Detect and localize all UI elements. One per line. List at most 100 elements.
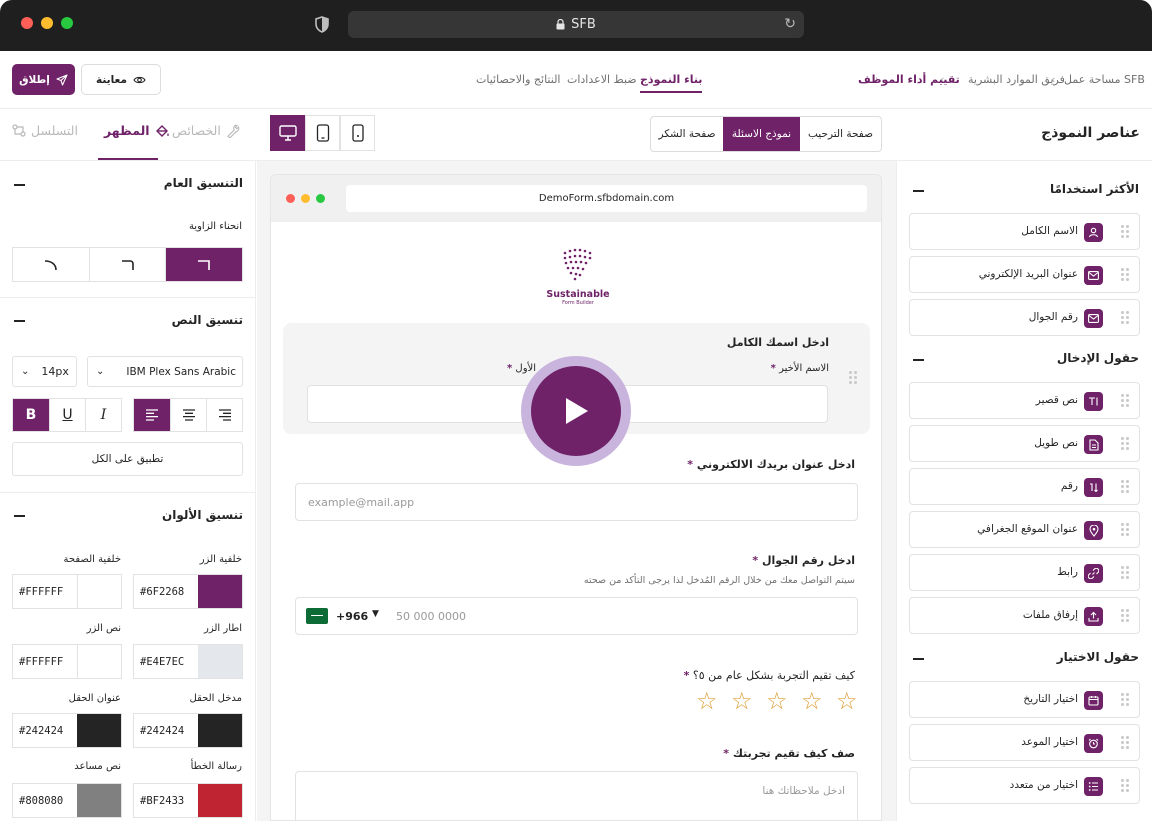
phone-input[interactable]: +966 ▼ 50 000 0000 (295, 597, 858, 635)
element-date-picker[interactable]: اختيار التاريخ (909, 681, 1140, 718)
drag-handle-icon[interactable] (849, 371, 857, 385)
mobile-view-button[interactable] (340, 115, 375, 151)
element-multiple-choice[interactable]: اختيار من متعدد (909, 767, 1140, 804)
shield-icon[interactable] (314, 16, 330, 33)
color-swatch[interactable] (198, 575, 242, 608)
drag-handle-icon[interactable] (1121, 566, 1129, 580)
email-input[interactable]: example@mail.app (295, 483, 858, 521)
maximize-window-icon[interactable] (61, 17, 73, 29)
element-file-upload[interactable]: إرفاق ملفات (909, 597, 1140, 634)
collapse-colors-icon[interactable] (14, 515, 25, 517)
element-mobile[interactable]: رقم الجوال (909, 299, 1140, 336)
page-bg-color-field[interactable]: #FFFFFF (12, 574, 122, 609)
color-swatch[interactable] (198, 784, 242, 817)
feedback-textarea[interactable]: ادخل ملاحظاتك هنا (295, 771, 858, 820)
corner-medium-option[interactable] (88, 248, 166, 281)
helper-text-color-field[interactable]: #808080 (12, 783, 122, 818)
tab-settings[interactable]: ضبط الاعدادات (567, 73, 637, 86)
element-number[interactable]: رقم (909, 468, 1140, 505)
button-text-color-field[interactable]: #FFFFFF (12, 644, 122, 679)
drag-handle-icon[interactable] (1121, 225, 1129, 239)
lock-icon (556, 19, 565, 30)
color-swatch[interactable] (77, 784, 121, 817)
color-swatch[interactable] (77, 714, 121, 747)
breadcrumb-separator-icon: ‹ (1051, 73, 1056, 86)
tab-sequence[interactable]: التسلسل (12, 123, 78, 138)
preview-url: DemoForm.sfbdomain.com (346, 185, 867, 212)
field-input-color-field[interactable]: #242424 (133, 713, 243, 748)
font-size-select[interactable]: ⌄ 14px (12, 356, 77, 387)
align-center-button[interactable] (170, 399, 206, 431)
play-button[interactable] (521, 356, 631, 466)
drag-handle-icon[interactable] (1121, 268, 1129, 282)
form-preview-frame: DemoForm.sfbdomain.com Sustainable Form … (270, 174, 882, 821)
minimize-dot-icon (301, 194, 310, 203)
preview-button[interactable]: معاينة (81, 64, 161, 95)
desktop-view-button[interactable] (270, 115, 305, 151)
color-hex: #FFFFFF (19, 585, 64, 598)
color-swatch[interactable] (198, 645, 242, 678)
breadcrumb-workspace[interactable]: مساحة عمل SFB (1064, 73, 1145, 86)
collapse-group-icon[interactable] (913, 359, 924, 361)
button-border-color-field[interactable]: #E4E7EC (133, 644, 243, 679)
tab-build-form[interactable]: بناء النموذج (640, 73, 703, 93)
drag-handle-icon[interactable] (1121, 779, 1129, 793)
drag-handle-icon[interactable] (1121, 609, 1129, 623)
drag-handle-icon[interactable] (1121, 523, 1129, 537)
element-email[interactable]: عنوان البريد الإلكتروني (909, 256, 1140, 293)
minimize-window-icon[interactable] (41, 17, 53, 29)
align-right-button[interactable] (206, 399, 242, 431)
reload-icon[interactable]: ↻ (784, 16, 796, 32)
color-swatch[interactable] (77, 645, 121, 678)
element-time-picker[interactable]: اختيار الموعد (909, 724, 1140, 761)
drag-handle-icon[interactable] (1121, 693, 1129, 707)
drag-handle-icon[interactable] (1121, 480, 1129, 494)
font-family-select[interactable]: ⌄ IBM Plex Sans Arabic (87, 356, 243, 387)
collapse-group-icon[interactable] (913, 658, 924, 660)
element-full-name[interactable]: الاسم الكامل (909, 213, 1140, 250)
close-window-icon[interactable] (21, 17, 33, 29)
launch-button[interactable]: إطلاق (12, 64, 75, 95)
tab-properties[interactable]: الخصائص (172, 123, 240, 138)
star-icon[interactable]: ☆ (696, 689, 718, 713)
button-bg-color-field[interactable]: #6F2268 (133, 574, 243, 609)
tab-appearance[interactable]: المظهر (104, 123, 170, 138)
calendar-icon (1084, 691, 1103, 710)
tab-thanks-page[interactable]: صفحة الشكر (651, 117, 723, 151)
star-icon[interactable]: ☆ (801, 689, 823, 713)
element-short-text[interactable]: نص قصير (909, 382, 1140, 419)
bold-button[interactable]: B (13, 399, 49, 431)
element-long-text[interactable]: نص طويل (909, 425, 1140, 462)
error-color-field[interactable]: #BF2433 (133, 783, 243, 818)
drag-handle-icon[interactable] (1121, 311, 1129, 325)
collapse-general-icon[interactable] (14, 184, 25, 186)
tab-welcome-page[interactable]: صفحة الترحيب (800, 117, 881, 151)
corner-square-option[interactable] (165, 248, 243, 281)
apply-to-all-button[interactable]: تطبيق على الكل (12, 442, 243, 476)
address-bar[interactable]: SFB ↻ (348, 11, 804, 38)
collapse-group-icon[interactable] (913, 190, 924, 192)
align-left-button[interactable] (134, 399, 170, 431)
underline-button[interactable]: U (49, 399, 85, 431)
element-location[interactable]: عنوان الموقع الجغرافي (909, 511, 1140, 548)
country-code[interactable]: +966 (336, 610, 368, 623)
corner-round-option[interactable] (13, 248, 89, 281)
corner-radius-label: انحناء الزاوية (188, 221, 242, 232)
drag-handle-icon[interactable] (1121, 394, 1129, 408)
tablet-view-button[interactable] (305, 115, 340, 151)
italic-button[interactable]: I (85, 399, 121, 431)
preview-label: معاينة (96, 73, 127, 86)
tab-results[interactable]: النتائج والاحصائيات (476, 73, 560, 86)
element-link[interactable]: رابط (909, 554, 1140, 591)
color-swatch[interactable] (198, 714, 242, 747)
drag-handle-icon[interactable] (1121, 736, 1129, 750)
color-swatch[interactable] (77, 575, 121, 608)
tab-questions-page[interactable]: نموذج الاسئلة (723, 117, 800, 151)
chevron-down-icon[interactable]: ▼ (372, 609, 379, 619)
field-title-color-field[interactable]: #242424 (12, 713, 122, 748)
star-icon[interactable]: ☆ (836, 689, 858, 713)
collapse-text-icon[interactable] (14, 320, 25, 322)
drag-handle-icon[interactable] (1121, 437, 1129, 451)
star-icon[interactable]: ☆ (731, 689, 753, 713)
star-icon[interactable]: ☆ (766, 689, 788, 713)
